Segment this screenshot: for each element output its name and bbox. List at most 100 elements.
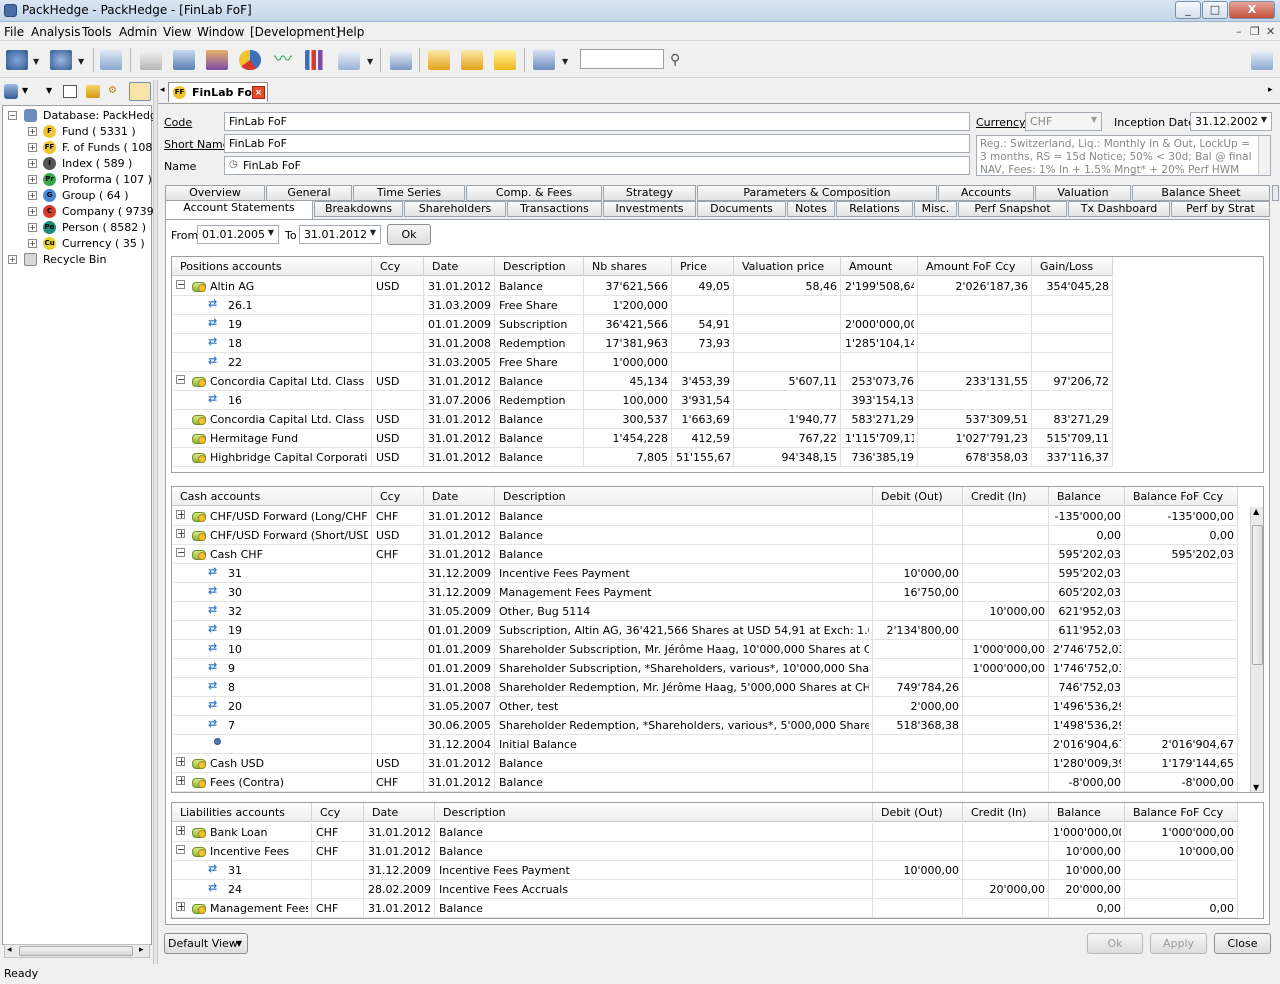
table-row[interactable]: ⇄ 8 31.01.2008 Shareholder Redemption, Mr. …	[172, 678, 1238, 697]
tab-investments[interactable]: Investments	[603, 201, 696, 217]
chevron-down-icon[interactable]: ▼	[46, 86, 52, 95]
table-row[interactable]: Hermitage Fund USD 31.01.2012 Balance 1'454,…	[172, 429, 1113, 448]
column-header[interactable]: Ccy	[320, 806, 340, 819]
table-row[interactable]: + Cash USD USD 31.01.2012 Balance 1'280'009,3…	[172, 754, 1238, 773]
line-chart-icon[interactable]	[338, 50, 360, 70]
grid-icon[interactable]	[173, 50, 195, 70]
filter-icon[interactable]: ⚙	[108, 85, 124, 98]
table-row[interactable]: + Management Fees CHF 31.01.2012 Balance 0,00…	[172, 899, 1238, 918]
table-row[interactable]: − Concordia Capital Ltd. Class A... USD 31.…	[172, 372, 1113, 391]
tab-overflow-indicator[interactable]	[1272, 185, 1279, 201]
description-box[interactable]: Reg.: Switzerland, Liq.: Monthly In & Ou…	[976, 135, 1271, 176]
table-row[interactable]: + CHF/USD Forward (Short/USD) USD 31.01.201…	[172, 526, 1238, 545]
tree-item[interactable]: + I Index ( 589 )	[3, 156, 151, 172]
column-header[interactable]: Balance	[1057, 806, 1101, 819]
column-header[interactable]: Balance FoF Ccy	[1133, 806, 1223, 819]
expand-icon[interactable]: +	[28, 143, 37, 152]
edit-chart-icon[interactable]	[428, 50, 450, 70]
expand-icon[interactable]: +	[28, 239, 37, 248]
scroll-thumb[interactable]	[19, 946, 133, 956]
table-row[interactable]: ⇄ 31 31.12.2009 Incentive Fees Payment 10'00…	[172, 861, 1238, 880]
tab-comp-fees[interactable]: Comp. & Fees	[466, 185, 602, 201]
table-row[interactable]: + Bank Loan CHF 31.01.2012 Balance 1'000'000,…	[172, 823, 1238, 842]
column-header[interactable]: Liabilities accounts	[180, 806, 285, 819]
column-header[interactable]: Gain/Loss	[1040, 260, 1093, 273]
column-header[interactable]: Date	[372, 806, 398, 819]
table-row[interactable]: − Cash CHF CHF 31.01.2012 Balance 595'202,03 5…	[172, 545, 1238, 564]
chevron-down-icon[interactable]: ▼	[1261, 115, 1267, 124]
table-row[interactable]: ⇄ 22 31.03.2005 Free Share 1'000,000	[172, 353, 1113, 372]
column-header[interactable]: Credit (In)	[971, 806, 1026, 819]
table-row[interactable]: ⇄ 7 30.06.2005 Shareholder Redemption, *Sha…	[172, 716, 1238, 735]
apply-button[interactable]: Apply	[1150, 933, 1207, 954]
tab-general[interactable]: General	[266, 185, 352, 201]
chevron-down-icon[interactable]: ▼	[370, 228, 376, 237]
collapse-icon[interactable]: −	[176, 548, 185, 557]
menu-tools[interactable]: Tools	[82, 25, 112, 39]
table-row[interactable]: ⇄ 32 31.05.2009 Other, Bug 5114 10'000,00 621…	[172, 602, 1238, 621]
collapse-icon[interactable]	[63, 85, 77, 98]
filter-ok-button[interactable]: Ok	[387, 224, 431, 245]
tab-valuation[interactable]: Valuation	[1035, 185, 1131, 201]
tab-perf-snapshot[interactable]: Perf Snapshot	[958, 201, 1067, 217]
chart-clock-icon[interactable]	[100, 50, 122, 70]
tab-relations[interactable]: Relations	[836, 201, 913, 217]
mdi-minimize-icon[interactable]: –	[1236, 25, 1242, 38]
chevron-down-icon[interactable]: ▼	[367, 57, 373, 66]
menu-help[interactable]: Help	[337, 25, 364, 39]
tab-parameters-composition[interactable]: Parameters & Composition	[697, 185, 937, 201]
expand-icon[interactable]: +	[176, 757, 185, 766]
bar-chart-icon[interactable]	[305, 50, 327, 70]
close-tab-icon[interactable]: ×	[252, 86, 265, 99]
document-tab-finlab-fof[interactable]: FF FinLab FoF ×	[168, 82, 268, 102]
column-header[interactable]: Cash accounts	[180, 490, 260, 503]
check-doc-icon[interactable]	[533, 50, 555, 70]
table-row[interactable]: ⇄ 18 31.01.2008 Redemption 17'381,963 73,93 1'…	[172, 334, 1113, 353]
table-row[interactable]: ⇄ 30 31.12.2009 Management Fees Payment 16'7…	[172, 583, 1238, 602]
tab-time-series[interactable]: Time Series	[353, 185, 465, 201]
collapse-icon[interactable]: −	[176, 280, 185, 289]
column-header[interactable]: Description	[503, 490, 566, 503]
scroll-thumb[interactable]	[1252, 525, 1263, 665]
column-header[interactable]: Balance	[1057, 490, 1101, 503]
table-row[interactable]: 31.12.2004 Initial Balance 2'016'904,67 2'0…	[172, 735, 1238, 754]
chevron-down-icon[interactable]: ▼	[562, 57, 568, 66]
table-row[interactable]: ⇄ 19 01.01.2009 Subscription, Altin AG, 36'…	[172, 621, 1238, 640]
tree-item-recycle-bin[interactable]: + Recycle Bin	[3, 252, 151, 268]
tree-item[interactable]: + C Company ( 9739 )	[3, 204, 161, 220]
tab-overview[interactable]: Overview	[165, 185, 265, 201]
currency-select[interactable]: CHF ▼	[1025, 112, 1102, 131]
expand-icon[interactable]: +	[28, 191, 37, 200]
tab-perf-by-strat[interactable]: Perf by Strat	[1171, 201, 1270, 217]
name-field[interactable]: ◷ FinLab FoF	[224, 156, 970, 175]
expand-icon[interactable]: +	[176, 776, 185, 785]
column-header[interactable]: Credit (In)	[971, 490, 1026, 503]
expand-icon[interactable]: +	[28, 223, 37, 232]
percent-doc-icon[interactable]	[140, 50, 162, 70]
database-icon[interactable]	[6, 50, 28, 70]
tab-balance-sheet[interactable]: Balance Sheet	[1132, 185, 1270, 201]
tree-item[interactable]: + Pr Proforma ( 107 )	[3, 172, 152, 188]
table-row[interactable]: Concordia Capital Ltd. Class B... USD 31.0…	[172, 410, 1113, 429]
tab-scroll-left-icon[interactable]: ◂	[160, 85, 165, 95]
collapse-icon[interactable]: −	[176, 845, 185, 854]
tab-accounts[interactable]: Accounts	[938, 185, 1034, 201]
table-row[interactable]: − Incentive Fees CHF 31.01.2012 Balance 10'00…	[172, 842, 1238, 861]
expand-icon[interactable]: +	[176, 529, 185, 538]
expand-icon[interactable]: +	[28, 175, 37, 184]
table-row[interactable]: + Fees (Contra) CHF 31.01.2012 Balance -8'000…	[172, 773, 1238, 792]
table-row[interactable]: ⇄ 16 31.07.2006 Redemption 100,000 3'931,54 39…	[172, 391, 1113, 410]
scroll-left-icon[interactable]: ◂	[7, 945, 12, 955]
column-header[interactable]: Positions accounts	[180, 260, 282, 273]
expand-icon[interactable]: +	[28, 127, 37, 136]
tab-tx-dashboard[interactable]: Tx Dashboard	[1068, 201, 1170, 217]
pulse-icon[interactable]: 〰	[272, 50, 294, 70]
chevron-down-icon[interactable]: ▼	[33, 57, 39, 66]
column-header[interactable]: Description	[503, 260, 566, 273]
tree-root[interactable]: − Database: PackHedge	[3, 108, 164, 124]
column-header[interactable]: Date	[432, 260, 458, 273]
menu-window[interactable]: Window	[197, 25, 244, 39]
column-header[interactable]: Amount	[849, 260, 892, 273]
lightning-icon[interactable]	[494, 50, 516, 70]
table-row[interactable]: + CHF/USD Forward (Long/CHF) CHF 31.01.2012…	[172, 507, 1238, 526]
